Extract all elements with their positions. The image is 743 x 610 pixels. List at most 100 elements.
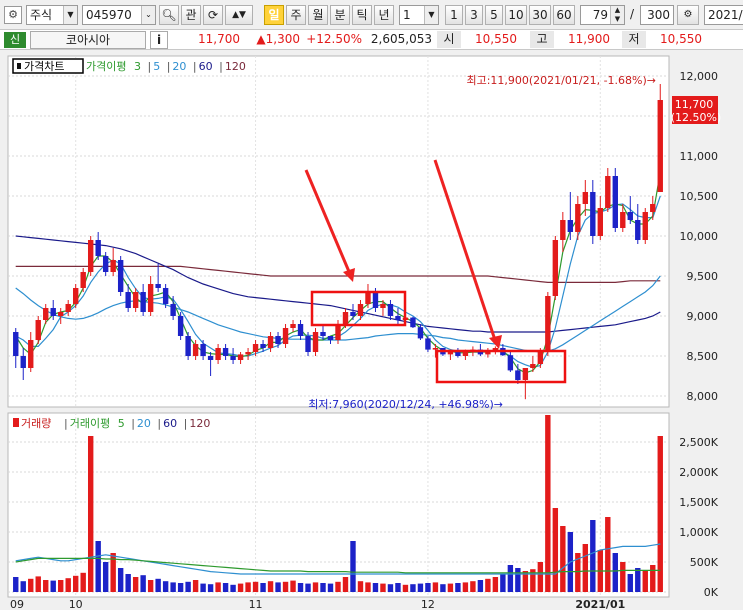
- candle-body: [192, 344, 199, 356]
- period-button-3[interactable]: 3: [465, 5, 483, 25]
- candle-body: [530, 364, 536, 368]
- candle-body: [365, 292, 371, 304]
- volume-bar: [380, 583, 386, 592]
- volume-bar: [627, 574, 633, 592]
- count-stepper[interactable]: 79 ▲ ▼: [580, 5, 625, 25]
- volume-bar: [73, 575, 79, 592]
- gwan-button[interactable]: 관: [181, 5, 201, 25]
- chevron-down-icon[interactable]: ▼: [424, 6, 438, 24]
- candle-body: [65, 304, 71, 312]
- volume-bar: [440, 584, 446, 592]
- candle-body: [260, 344, 266, 348]
- refresh-button[interactable]: ⟳: [203, 5, 223, 25]
- stock-code-input[interactable]: 045970 ⌄: [82, 5, 156, 25]
- candle-body: [372, 292, 379, 308]
- candle-body: [567, 220, 574, 232]
- stepper-arrows-icon[interactable]: ▲ ▼: [610, 6, 624, 24]
- market-select[interactable]: 주식 ▼: [26, 5, 78, 25]
- period-button-30[interactable]: 30: [529, 5, 551, 25]
- candle-body: [627, 212, 633, 220]
- candle-body: [125, 292, 131, 308]
- price-ma-3: 3: [134, 60, 141, 73]
- volume-y-tick: 2,500K: [679, 436, 718, 449]
- volume-chart-tab-label[interactable]: 거래량: [21, 417, 51, 430]
- volume-bar: [462, 582, 469, 592]
- info-button[interactable]: i: [150, 31, 168, 49]
- volume-bar: [132, 577, 139, 592]
- volume-ma-120: 120: [189, 417, 210, 430]
- chart-area: 12,00011,50011,00010,50010,0009,5009,000…: [0, 50, 743, 610]
- volume-ma-legend: | 거래이평 5 | 20 | 60 | 120: [64, 417, 210, 430]
- volume-bar: [58, 580, 64, 592]
- period-day-button[interactable]: 일: [264, 5, 284, 25]
- candle-body: [147, 284, 154, 312]
- period-settings-button[interactable]: ⚙: [677, 5, 699, 25]
- volume-bar: [215, 582, 221, 592]
- period-minute-button[interactable]: 분: [330, 5, 350, 25]
- period-button-5[interactable]: 5: [485, 5, 503, 25]
- period-button-60[interactable]: 60: [553, 5, 575, 25]
- volume-bar: [612, 553, 618, 592]
- period-week-button[interactable]: 주: [286, 5, 306, 25]
- candle-body: [507, 355, 514, 371]
- period-month-button[interactable]: 월: [308, 5, 328, 25]
- candle-body: [612, 176, 618, 228]
- stock-name-field[interactable]: 코아시아: [30, 31, 146, 49]
- candle-body: [132, 292, 139, 308]
- chevron-down-icon[interactable]: ⌄: [141, 6, 155, 24]
- volume-bar: [320, 583, 326, 592]
- volume-bar: [230, 584, 236, 592]
- date-field[interactable]: 2021/0: [704, 5, 743, 25]
- current-price: 11,700: [198, 32, 240, 46]
- candle-body: [230, 356, 236, 360]
- low-label: 저: [622, 31, 646, 48]
- candle-body: [335, 324, 341, 340]
- volume-bar: [477, 580, 484, 592]
- market-select-value: 주식: [30, 8, 53, 22]
- candle-body: [28, 340, 34, 368]
- volume-bar: [455, 583, 461, 592]
- up-down-spinner[interactable]: ▲▼: [225, 5, 253, 25]
- candle-body: [297, 324, 304, 336]
- candle-body: [522, 368, 529, 380]
- candle-body: [267, 336, 274, 348]
- volume-bar: [170, 582, 176, 592]
- volume-bar: [140, 575, 146, 592]
- period-button-10[interactable]: 10: [505, 5, 527, 25]
- volume-y-tick: 500K: [690, 556, 719, 569]
- candle-body: [575, 204, 581, 232]
- volume-bar: [237, 583, 244, 592]
- interval-select[interactable]: 1 ▼: [399, 5, 439, 25]
- candle-body: [215, 348, 221, 360]
- period-tick-button[interactable]: 틱: [352, 5, 372, 25]
- period-button-1[interactable]: 1: [445, 5, 463, 25]
- candle-body: [597, 208, 603, 236]
- search-button[interactable]: 🔍︎: [159, 5, 179, 25]
- volume-bar: [635, 568, 641, 592]
- volume-bar: [545, 415, 551, 592]
- price-chart-tab-label: 가격차트: [24, 60, 64, 73]
- volume-bar: [590, 520, 596, 592]
- volume-bar: [582, 544, 589, 592]
- new-listing-badge: 신: [4, 32, 26, 48]
- chevron-down-icon[interactable]: ▼: [63, 6, 77, 24]
- candle-body: [305, 336, 311, 352]
- candle-body: [357, 304, 364, 316]
- candle-body: [605, 176, 611, 208]
- price-ma-60: 60: [199, 60, 213, 73]
- volume-bar: [147, 580, 154, 592]
- chart-settings-icon[interactable]: ⚙: [4, 6, 22, 24]
- candle-body: [380, 304, 386, 308]
- volume-bar: [222, 583, 229, 592]
- volume-bar: [200, 583, 206, 592]
- candle-body: [515, 370, 521, 380]
- candle-body: [222, 348, 229, 356]
- stock-chart[interactable]: 12,00011,50011,00010,50010,0009,5009,000…: [0, 50, 743, 610]
- candle-body: [237, 354, 244, 360]
- count-total-value: 300: [647, 8, 670, 22]
- candle-body: [650, 204, 656, 212]
- interval-value: 1: [403, 8, 411, 22]
- period-year-button[interactable]: 년: [374, 5, 394, 25]
- count-total-field[interactable]: 300: [640, 5, 674, 25]
- candle-body: [170, 304, 176, 316]
